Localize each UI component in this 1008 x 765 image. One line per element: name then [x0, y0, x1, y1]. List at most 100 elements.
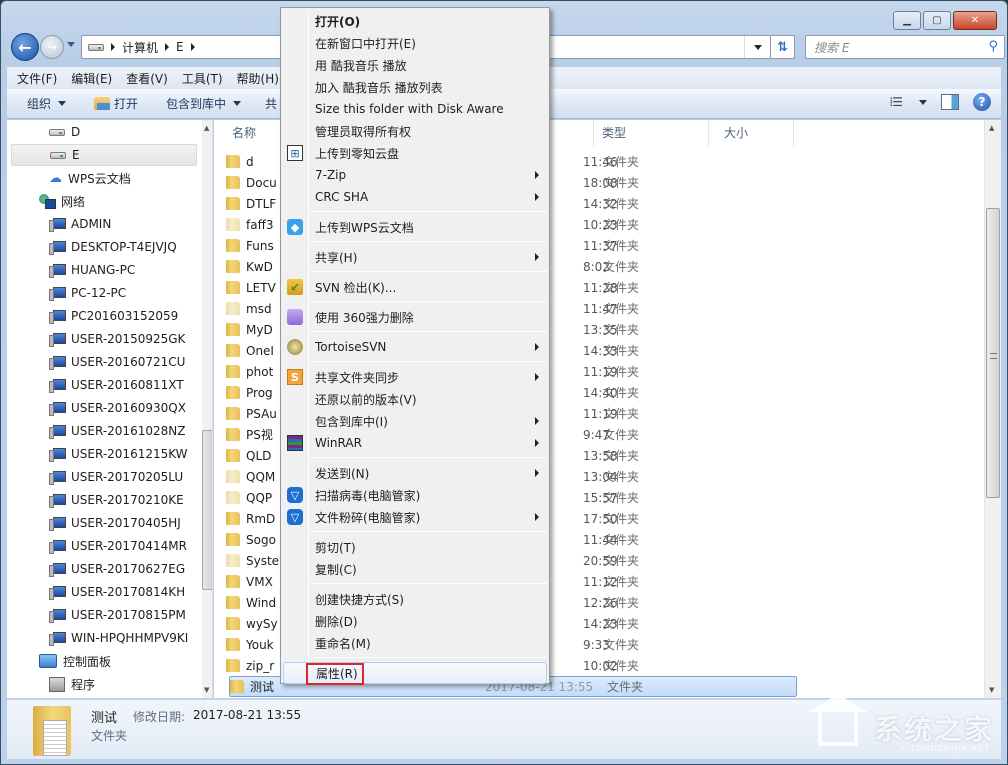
computer-icon — [49, 539, 66, 554]
menu-item-label: 用 酷我音乐 播放 — [315, 58, 407, 73]
view-options-dropdown[interactable] — [919, 99, 927, 105]
scroll-down-icon[interactable]: ▼ — [989, 686, 994, 694]
maximize-button[interactable]: ▢ — [923, 11, 951, 30]
folder-icon — [226, 323, 240, 336]
nav-item[interactable]: USER-20170210KE — [11, 489, 197, 511]
menu-item[interactable]: 共享(H) — [283, 246, 547, 268]
change-view-icon[interactable]: ⁞☰ — [889, 95, 903, 109]
menu-item[interactable]: 用 酷我音乐 播放 — [283, 54, 547, 76]
menu-item[interactable]: 在新窗口中打开(E) — [283, 32, 547, 54]
menu-item[interactable]: ▽ 文件粉碎(电脑管家) — [283, 506, 547, 528]
menu-item[interactable]: 重命名(M) — [283, 632, 547, 654]
nav-item[interactable]: USER-20170815PM — [11, 604, 197, 626]
menu-item[interactable]: ↙ SVN 检出(K)... — [283, 276, 547, 298]
nav-item[interactable]: USER-20160930QX — [11, 397, 197, 419]
scroll-up-icon[interactable]: ▲ — [989, 124, 994, 132]
organize-button[interactable]: 组织 — [7, 95, 76, 112]
open-button[interactable]: 打开 — [76, 95, 148, 112]
search-input[interactable]: 搜索 E ⚲ — [805, 35, 1005, 59]
nav-item[interactable]: USER-20170627EG — [11, 558, 197, 580]
menu-help[interactable]: 帮助(H) — [237, 70, 279, 87]
folder-icon — [226, 197, 240, 210]
menu-item[interactable]: 剪切(T) — [283, 536, 547, 558]
recent-pages-dropdown[interactable] — [67, 42, 75, 47]
nav-item[interactable]: HUANG-PC — [11, 259, 197, 281]
menu-tools[interactable]: 工具(T) — [182, 70, 223, 87]
menu-item[interactable]: 创建快捷方式(S) — [283, 588, 547, 610]
menu-item[interactable]: 属性(R) — [283, 662, 547, 685]
scroll-up-icon[interactable]: ▲ — [204, 124, 209, 132]
nav-item[interactable]: USER-20170405HJ — [11, 512, 197, 534]
nav-scrollbar-thumb[interactable] — [202, 430, 212, 590]
menu-item[interactable]: ▽ 扫描病毒(电脑管家) — [283, 484, 547, 506]
nav-item[interactable]: USER-20150925GK — [11, 328, 197, 350]
column-header-size[interactable]: 大小 — [714, 120, 794, 146]
help-icon[interactable]: ? — [973, 93, 991, 111]
menu-item[interactable]: 删除(D) — [283, 610, 547, 632]
menu-item[interactable]: 包含到库中(I) — [283, 410, 547, 432]
menu-item[interactable]: S 共享文件夹同步 — [283, 366, 547, 388]
refresh-button[interactable]: ⇅ — [771, 35, 795, 59]
column-header-type[interactable]: 类型 — [594, 120, 709, 146]
menu-item[interactable]: 7-Zip — [283, 164, 547, 186]
menu-item[interactable]: ◆ 上传到WPS云文档 — [283, 216, 547, 238]
computer-icon — [49, 447, 66, 462]
forward-button[interactable]: → — [40, 35, 64, 59]
nav-item[interactable]: E — [11, 144, 197, 166]
breadcrumb-computer[interactable]: 计算机 — [122, 39, 158, 56]
minimize-button[interactable]: ▁ — [893, 11, 921, 30]
breadcrumb-chevron-icon[interactable] — [165, 43, 170, 51]
preview-pane-icon[interactable] — [941, 94, 959, 110]
nav-item[interactable]: USER-20170414MR — [11, 535, 197, 557]
menu-item[interactable]: 管理员取得所有权 — [283, 120, 547, 142]
menu-item[interactable]: 复制(C) — [283, 558, 547, 580]
menu-edit[interactable]: 编辑(E) — [71, 70, 112, 87]
menu-item[interactable]: WinRAR — [283, 432, 547, 454]
nav-item[interactable]: ☁ WPS云文档 — [11, 167, 197, 189]
include-in-library-button[interactable]: 包含到库中 — [148, 95, 251, 112]
nav-item[interactable]: 网络 — [11, 190, 197, 212]
nav-item[interactable]: USER-20161215KW — [11, 443, 197, 465]
menu-item[interactable]: Size this folder with Disk Aware — [283, 98, 547, 120]
nav-scrollbar[interactable]: ▲ ▼ — [202, 120, 212, 698]
menu-item[interactable]: 打开(O) — [283, 10, 547, 32]
search-placeholder: 搜索 E — [814, 40, 850, 55]
scroll-down-icon[interactable]: ▼ — [204, 686, 209, 694]
nav-item[interactable]: USER-20161028NZ — [11, 420, 197, 442]
menu-item[interactable]: TortoiseSVN — [283, 336, 547, 358]
breadcrumb-chevron-icon[interactable] — [111, 43, 115, 51]
search-icon[interactable]: ⚲ — [988, 39, 998, 54]
address-dropdown-button[interactable] — [744, 36, 770, 58]
menu-item[interactable]: 使用 360强力删除 — [283, 306, 547, 328]
nav-item[interactable]: 程序 — [11, 673, 197, 695]
nav-item[interactable]: PC-12-PC — [11, 282, 197, 304]
menu-item[interactable]: 发送到(N) — [283, 462, 547, 484]
nav-item[interactable]: USER-20170205LU — [11, 466, 197, 488]
nav-item[interactable]: ADMIN — [11, 213, 197, 235]
submenu-arrow-icon — [535, 171, 539, 179]
nav-item[interactable]: DESKTOP-T4EJVJQ — [11, 236, 197, 258]
nav-item[interactable]: WIN-HPQHHMPV9KI — [11, 627, 197, 649]
back-button[interactable]: ← — [11, 33, 39, 61]
menu-file[interactable]: 文件(F) — [17, 70, 57, 87]
nav-item[interactable]: USER-20160721CU — [11, 351, 197, 373]
folder-icon — [226, 386, 240, 399]
menu-item[interactable]: 还原以前的版本(V) — [283, 388, 547, 410]
nav-item[interactable]: 控制面板 — [11, 650, 197, 672]
file-list-scrollbar-thumb[interactable] — [986, 208, 1000, 498]
nav-item[interactable]: PC201603152059 — [11, 305, 197, 327]
menu-view[interactable]: 查看(V) — [126, 70, 168, 87]
breadcrumb-chevron-icon[interactable] — [190, 43, 195, 51]
close-button[interactable]: ✕ — [953, 11, 997, 30]
nav-item[interactable]: D — [11, 121, 197, 143]
menu-item[interactable]: 加入 酷我音乐 播放列表 — [283, 76, 547, 98]
nav-item[interactable]: USER-20170814KH — [11, 581, 197, 603]
menu-item-label: 还原以前的版本(V) — [315, 392, 417, 407]
menu-item[interactable]: ⊞ 上传到零知云盘 — [283, 142, 547, 164]
folder-icon — [226, 449, 240, 462]
menu-item[interactable]: CRC SHA — [283, 186, 547, 208]
breadcrumb-e[interactable]: E — [176, 40, 184, 54]
nav-item[interactable]: USER-20160811XT — [11, 374, 197, 396]
file-list-scrollbar[interactable]: ▲ ▼ — [984, 120, 1001, 698]
file-name: OneI — [246, 343, 274, 358]
